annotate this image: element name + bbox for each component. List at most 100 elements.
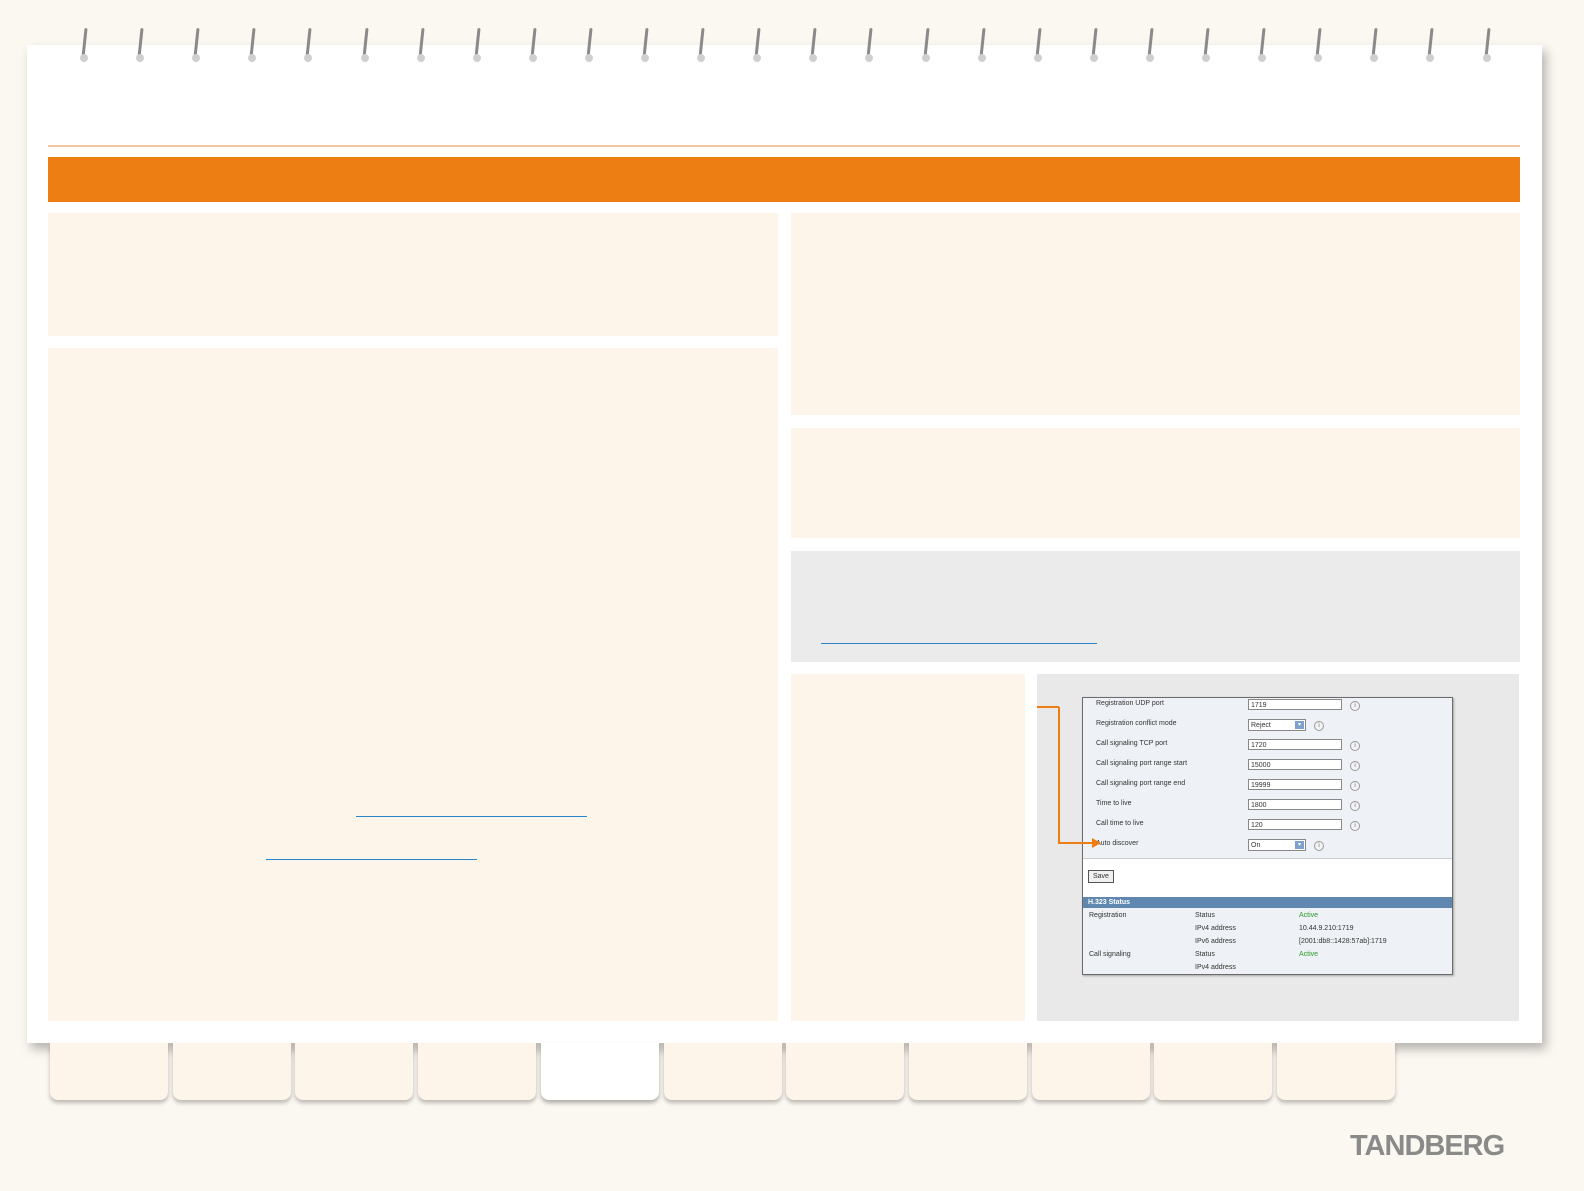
config-input[interactable]: 1719 bbox=[1248, 699, 1342, 710]
status-value: Active bbox=[1299, 912, 1319, 919]
chevron-down-icon: ▾ bbox=[1295, 841, 1304, 849]
config-row: Registration conflict mode Reject ▾ i bbox=[1096, 719, 1366, 731]
info-icon[interactable]: i bbox=[1350, 821, 1360, 831]
info-icon[interactable]: i bbox=[1350, 781, 1360, 791]
binding-ring bbox=[1314, 27, 1323, 64]
config-label: Auto discover bbox=[1096, 840, 1139, 847]
section-tab[interactable] bbox=[1154, 1043, 1273, 1100]
config-label: Registration conflict mode bbox=[1096, 720, 1177, 727]
binding-ring bbox=[192, 27, 201, 64]
binding-ring bbox=[472, 27, 481, 64]
binding-ring bbox=[977, 27, 986, 64]
binding-ring bbox=[1370, 27, 1379, 64]
save-button[interactable]: Save bbox=[1088, 870, 1114, 883]
binding-ring bbox=[136, 27, 145, 64]
section-tab[interactable] bbox=[1031, 1043, 1150, 1100]
h323-configuration-screenshot: Registration UDP port 1719 i Registration c… bbox=[1082, 697, 1453, 975]
config-value: 120 bbox=[1251, 822, 1263, 829]
binding-ring bbox=[1202, 27, 1210, 64]
section-tab[interactable] bbox=[50, 1043, 168, 1100]
status-value: 10.44.9.210:1719 bbox=[1299, 925, 1354, 932]
info-icon[interactable]: i bbox=[1350, 701, 1360, 711]
callout-arrow-line bbox=[1058, 707, 1060, 843]
callout-arrow-head bbox=[1092, 838, 1101, 848]
config-row: Call time to live 120 i bbox=[1096, 819, 1366, 831]
main-text-panel bbox=[48, 348, 778, 1021]
right-info-panel bbox=[791, 428, 1520, 538]
config-input[interactable]: 15000 bbox=[1248, 759, 1342, 770]
config-label: Registration UDP port bbox=[1096, 700, 1164, 707]
config-value: Reject bbox=[1251, 722, 1271, 729]
config-label: Call signaling port range end bbox=[1096, 780, 1186, 787]
chevron-down-icon: ▾ bbox=[1295, 721, 1304, 729]
config-input[interactable]: 1720 bbox=[1248, 739, 1342, 750]
intro-panel bbox=[48, 213, 778, 336]
config-select[interactable]: Reject ▾ bbox=[1248, 719, 1306, 731]
section-banner bbox=[48, 157, 1520, 202]
config-value: On bbox=[1251, 842, 1261, 849]
binding-ring bbox=[248, 27, 257, 64]
section-tab[interactable] bbox=[418, 1043, 537, 1100]
callout-arrow-end bbox=[1058, 842, 1094, 844]
status-key: IPv6 address bbox=[1195, 938, 1236, 945]
config-label: Call signaling TCP port bbox=[1096, 740, 1168, 747]
config-select[interactable]: On ▾ bbox=[1248, 839, 1306, 851]
config-label: Time to live bbox=[1096, 800, 1132, 807]
binding-ring bbox=[1033, 27, 1042, 64]
config-value: 1720 bbox=[1251, 742, 1267, 749]
save-bar: Save bbox=[1083, 858, 1452, 897]
section-tab[interactable] bbox=[172, 1043, 291, 1100]
binding-ring bbox=[697, 27, 706, 64]
info-icon[interactable]: i bbox=[1314, 841, 1324, 851]
section-tab[interactable] bbox=[540, 1043, 659, 1100]
reference-link-2[interactable] bbox=[266, 859, 477, 860]
config-input[interactable]: 19999 bbox=[1248, 779, 1342, 790]
status-key: Status bbox=[1195, 912, 1215, 919]
section-tab[interactable] bbox=[908, 1043, 1027, 1100]
binding-ring bbox=[809, 27, 818, 64]
info-icon[interactable]: i bbox=[1314, 721, 1324, 731]
config-row: Time to live 1800 i bbox=[1096, 799, 1366, 811]
note-link[interactable] bbox=[821, 643, 1097, 644]
binding-ring bbox=[584, 27, 593, 64]
info-icon[interactable]: i bbox=[1350, 741, 1360, 751]
tandberg-logo: TANDBERG bbox=[1350, 1130, 1505, 1162]
right-text-panel bbox=[791, 213, 1520, 415]
config-label: Call time to live bbox=[1096, 820, 1144, 827]
binding-ring bbox=[416, 27, 425, 64]
config-value: 15000 bbox=[1251, 762, 1271, 769]
info-icon[interactable]: i bbox=[1350, 761, 1360, 771]
binding-ring bbox=[921, 27, 930, 64]
section-tab[interactable] bbox=[663, 1043, 782, 1100]
config-row: Call signaling TCP port 1720 i bbox=[1096, 739, 1366, 751]
status-value: Active bbox=[1299, 951, 1319, 958]
config-label: Call signaling port range start bbox=[1096, 760, 1188, 767]
config-row: Call signaling port range start 15000 i bbox=[1096, 759, 1366, 771]
binding-ring bbox=[304, 27, 313, 64]
info-icon[interactable]: i bbox=[1350, 801, 1360, 811]
config-input[interactable]: 120 bbox=[1248, 819, 1342, 830]
reference-link-1[interactable] bbox=[356, 816, 587, 817]
note-panel bbox=[791, 551, 1520, 662]
section-tab[interactable] bbox=[295, 1043, 414, 1100]
binding-ring bbox=[753, 27, 762, 64]
header-rule bbox=[48, 145, 1520, 147]
status-key: IPv4 address bbox=[1195, 925, 1236, 932]
config-value: 19999 bbox=[1251, 782, 1271, 789]
section-tab[interactable] bbox=[1277, 1043, 1395, 1100]
section-tab[interactable] bbox=[786, 1043, 905, 1100]
callout-arrow-start bbox=[1037, 706, 1059, 708]
binding-ring bbox=[1089, 27, 1098, 64]
status-key: IPv4 address bbox=[1195, 964, 1236, 971]
binding-ring bbox=[1482, 27, 1491, 64]
binding-ring bbox=[528, 27, 537, 64]
binding-ring bbox=[865, 27, 874, 64]
status-section: Call signaling bbox=[1089, 951, 1131, 958]
binding-ring bbox=[80, 27, 88, 64]
config-value: 1800 bbox=[1251, 802, 1267, 809]
config-row: Registration UDP port 1719 i bbox=[1096, 699, 1366, 711]
config-input[interactable]: 1800 bbox=[1248, 799, 1342, 810]
status-key: Status bbox=[1195, 951, 1215, 958]
binding-ring bbox=[360, 27, 369, 64]
binding-ring bbox=[1426, 27, 1435, 64]
